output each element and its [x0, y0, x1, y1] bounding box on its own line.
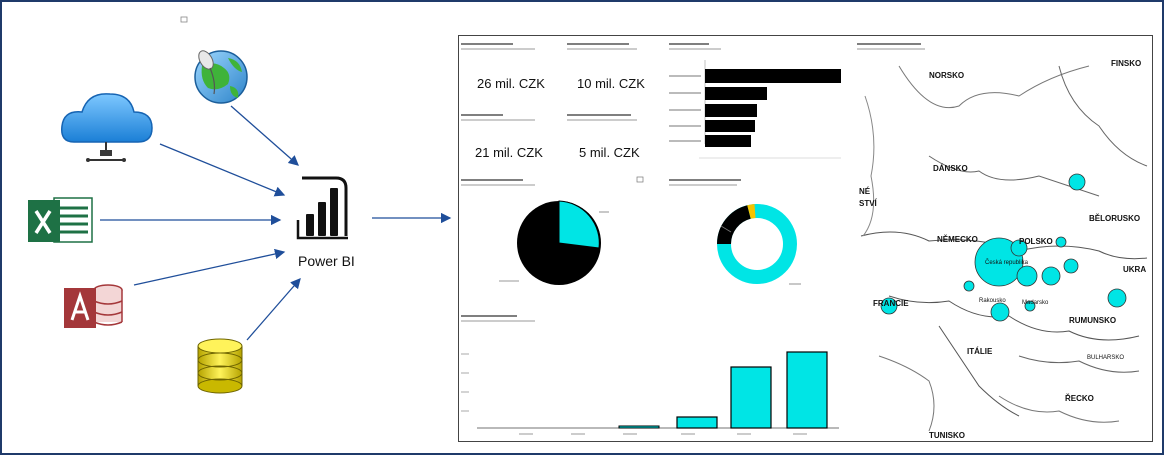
kpi-value: 21 mil. CZK	[475, 145, 543, 160]
arrow-access-to-hub	[133, 248, 286, 286]
arrow-cloud-to-hub	[159, 143, 286, 197]
europe-map: NORSKO FINSKO DÁNSKO NÉ STVÍ BĚLORUSKO N…	[857, 43, 1148, 440]
country-label: BULHARSKO	[1087, 355, 1124, 361]
map-bubble	[1041, 266, 1061, 286]
bar	[786, 351, 828, 429]
arrow-globe-to-hub	[230, 105, 299, 166]
bar	[676, 416, 718, 429]
hub-label: Power BI	[298, 253, 355, 269]
country-label: FRANCIE	[873, 299, 909, 308]
map-bubble	[990, 302, 1010, 322]
interval-donut-chart	[669, 179, 801, 285]
power-bi-logo-icon	[296, 176, 348, 240]
top5-bar-chart	[669, 43, 841, 159]
map-bubble	[1068, 173, 1086, 191]
donut-slice	[747, 204, 756, 219]
web-globe-icon	[194, 50, 248, 104]
country-label: DÁNSKO	[933, 164, 968, 173]
country-label: NÉ	[859, 187, 871, 196]
country-label: NĚMECKO	[937, 235, 978, 244]
arrow-db-to-hub	[246, 278, 301, 341]
map-bubble	[1016, 265, 1038, 287]
diagram-frame: Power BI 26 mil. CZK 10 mil. CZK 21 mil.…	[0, 0, 1164, 455]
kpi-value: 26 mil. CZK	[477, 76, 545, 91]
city-label: Česká republika	[985, 259, 1029, 266]
bar	[705, 120, 755, 132]
bar	[705, 69, 841, 83]
kpi-section: 26 mil. CZK 10 mil. CZK 21 mil. CZK 5 mi…	[461, 43, 645, 160]
country-label: BĚLORUSKO	[1089, 214, 1140, 223]
bar	[730, 366, 772, 429]
access-database-icon	[64, 284, 123, 328]
kpi-value: 5 mil. CZK	[579, 145, 640, 160]
map-bubble	[1063, 258, 1079, 274]
kpi-value: 10 mil. CZK	[577, 76, 645, 91]
country-label: STVÍ	[859, 199, 878, 208]
country-label: NORSKO	[929, 71, 964, 80]
city-bar-chart	[461, 315, 839, 435]
country-label: ITÁLIE	[967, 347, 993, 356]
splatnost-pie-chart	[461, 176, 644, 285]
bar	[705, 135, 751, 147]
dashboard-preview: 26 mil. CZK 10 mil. CZK 21 mil. CZK 5 mi…	[458, 35, 1153, 442]
bar	[705, 104, 757, 117]
sql-database-icon	[197, 338, 243, 394]
donut-slice	[717, 205, 752, 245]
country-label: RUMUNSKO	[1069, 316, 1116, 325]
bar	[705, 87, 767, 100]
map-bubble	[1055, 236, 1067, 248]
country-label: TUNISKO	[929, 431, 965, 440]
city-label: Rakousko	[979, 298, 1006, 304]
country-label: POLSKO	[1019, 237, 1053, 246]
map-bubble	[1107, 288, 1127, 308]
country-label: FINSKO	[1111, 59, 1141, 68]
bar	[618, 425, 660, 429]
city-label: Madarsko	[1022, 300, 1049, 306]
dashboard-canvas: 26 mil. CZK 10 mil. CZK 21 mil. CZK 5 mi…	[461, 43, 1148, 440]
country-label: UKRA	[1123, 265, 1146, 274]
country-label: ŘECKO	[1065, 394, 1094, 403]
flow-diagram: Power BI	[28, 16, 452, 394]
excel-file-icon	[28, 197, 93, 243]
cloud-service-icon	[61, 93, 153, 162]
pie-slice	[558, 200, 600, 249]
map-bubble	[963, 280, 975, 292]
